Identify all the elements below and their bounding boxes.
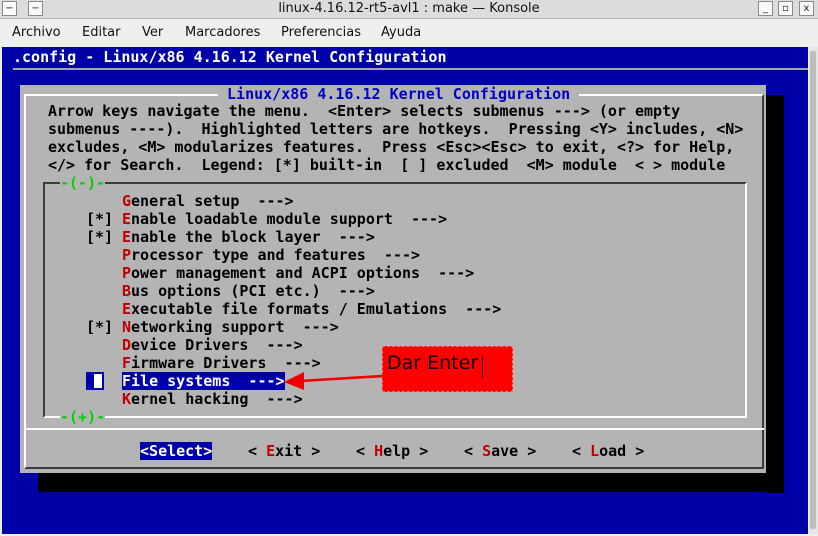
annotation-arrow-icon [284,372,384,390]
